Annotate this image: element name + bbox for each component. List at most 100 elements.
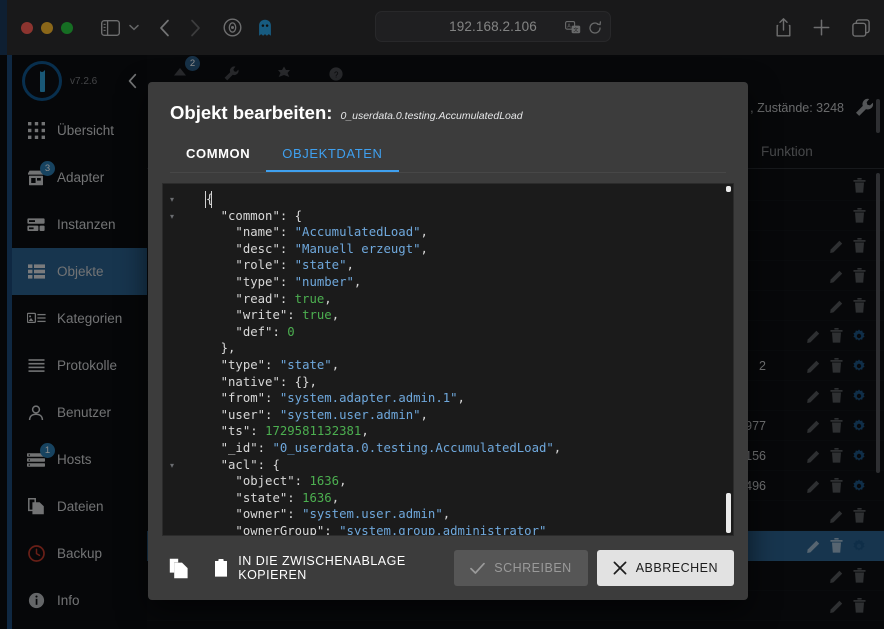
close-icon <box>613 561 627 575</box>
editor-line: "state": 1636, <box>191 490 733 507</box>
editor-token: , <box>420 241 428 256</box>
editor-token: : <box>324 523 340 535</box>
copy-to-clipboard-label: IN DIE ZWISCHENABLAGE KOPIEREN <box>238 554 406 582</box>
editor-line: }, <box>191 340 733 357</box>
editor-token: "system.adapter.admin.1" <box>279 391 458 406</box>
editor-token: , <box>361 424 369 439</box>
tab-label: COMMON <box>186 146 251 161</box>
editor-token: "owner" <box>235 507 288 522</box>
fold-arrow-icon[interactable]: ▾ <box>170 461 178 470</box>
edit-object-dialog: Objekt bearbeiten: 0_userdata.0.testing.… <box>148 82 748 600</box>
editor-token: : <box>279 225 295 240</box>
tab-label: OBJEKTDATEN <box>282 146 383 161</box>
editor-token: "Manuell erzeugt" <box>294 241 421 256</box>
editor-line: "name": "AccumulatedLoad", <box>191 224 733 241</box>
save-button[interactable]: SCHREIBEN <box>454 550 588 586</box>
editor-line: "write": true, <box>191 307 733 324</box>
editor-token: : { <box>257 457 280 472</box>
tab-common[interactable]: COMMON <box>170 138 266 172</box>
editor-line: "ts": 1729581132381, <box>191 423 733 440</box>
tab-divider <box>170 172 726 173</box>
editor-token: 1636 <box>302 490 332 505</box>
editor-token: : <box>257 440 273 455</box>
editor-token: : <box>265 407 280 422</box>
editor-line: "role": "state", <box>191 257 733 274</box>
editor-token: "_id" <box>220 440 258 455</box>
editor-token: true <box>294 291 325 306</box>
editor-line: "user": "system.user.admin", <box>191 407 733 424</box>
editor-token: "ts" <box>220 424 251 439</box>
dialog-title-row: Objekt bearbeiten: 0_userdata.0.testing.… <box>148 82 748 124</box>
editor-token: , <box>420 225 428 240</box>
editor-token: "AccumulatedLoad" <box>294 225 421 240</box>
editor-line: "acl": { <box>191 457 733 474</box>
editor-gutter: ▾ ▾ ▾ <box>163 184 185 535</box>
editor-line: "owner": "system.user.admin", <box>191 506 733 523</box>
editor-token: , <box>331 357 340 372</box>
editor-token: "number" <box>294 274 354 289</box>
editor-token: : <box>294 474 310 489</box>
screen: 192.168.2.106 A文 v7.2.6 Übersicht 3 Adap… <box>0 0 884 629</box>
editor-token: , <box>353 274 362 289</box>
editor-line: "object": 1636, <box>191 473 733 490</box>
copy-to-clipboard-button[interactable]: IN DIE ZWISCHENABLAGE KOPIEREN <box>200 550 454 586</box>
editor-token: , <box>346 258 354 273</box>
fold-arrow-icon[interactable]: ▾ <box>170 196 178 204</box>
editor-line: "read": true, <box>191 291 733 308</box>
editor-token: true <box>302 308 332 323</box>
editor-token: "common" <box>220 208 280 223</box>
editor-scrollbar-top[interactable] <box>726 186 731 192</box>
editor-line: "type": "number", <box>191 274 733 291</box>
editor-token: , <box>331 308 340 323</box>
editor-scrollbar[interactable] <box>726 493 731 533</box>
tab-objektdaten[interactable]: OBJEKTDATEN <box>266 138 399 172</box>
dialog-title: Objekt bearbeiten: <box>170 102 333 123</box>
editor-token: }, <box>220 341 236 356</box>
editor-token: , <box>420 407 428 422</box>
editor-token: : <box>287 490 303 505</box>
cancel-button[interactable]: ABBRECHEN <box>596 550 734 586</box>
editor-token: , <box>331 490 340 505</box>
editor-token: "read" <box>235 291 280 306</box>
editor-token: "system.user.admin" <box>279 407 421 422</box>
editor-token: "role" <box>235 258 280 273</box>
editor-token: "name" <box>235 225 280 240</box>
editor-token: : <box>287 308 303 323</box>
duplicate-icon[interactable] <box>162 548 196 588</box>
fold-arrow-icon[interactable]: ▾ <box>170 212 178 221</box>
editor-token: : <box>265 357 280 372</box>
editor-token: : <box>279 258 295 273</box>
editor-token: "type" <box>220 357 266 372</box>
check-icon <box>470 562 486 575</box>
editor-token: : <box>279 241 295 256</box>
editor-token: "ownerGroup" <box>235 523 325 535</box>
editor-token: "desc" <box>235 241 280 256</box>
dialog-object-id: 0_userdata.0.testing.AccumulatedLoad <box>340 110 523 122</box>
editor-token: "object" <box>235 474 295 489</box>
editor-token: "state" <box>279 357 332 372</box>
editor-token: "state" <box>235 490 288 505</box>
editor-token: "state" <box>294 258 347 273</box>
editor-token: 1636 <box>309 474 340 489</box>
editor-token: , <box>442 507 451 522</box>
editor-token: : { <box>279 208 303 223</box>
editor-line: { <box>191 191 733 208</box>
editor-token: "from" <box>220 391 266 406</box>
editor-token: : <box>287 507 303 522</box>
editor-line: "type": "state", <box>191 357 733 374</box>
editor-token: : <box>279 274 295 289</box>
editor-line: "common": { <box>191 208 733 225</box>
editor-line: "_id": "0_userdata.0.testing.Accumulated… <box>191 440 733 457</box>
json-editor[interactable]: ▾ ▾ ▾ { "common": { "name": "AccumulatedLo… <box>162 183 734 536</box>
editor-token: : <box>265 391 280 406</box>
editor-token: : <box>279 291 295 306</box>
editor-token: : <box>250 424 266 439</box>
editor-token: : <box>272 324 288 339</box>
dialog-tabs: COMMON OBJEKTDATEN <box>148 124 748 172</box>
editor-token: "write" <box>235 308 288 323</box>
editor-token: "system.user.admin" <box>302 507 443 522</box>
editor-token: : {}, <box>279 374 317 389</box>
editor-token: "acl" <box>220 457 258 472</box>
editor-code[interactable]: { "common": { "name": "AccumulatedLoad",… <box>185 184 733 535</box>
editor-line: "ownerGroup": "system.group.administrato… <box>191 523 733 535</box>
